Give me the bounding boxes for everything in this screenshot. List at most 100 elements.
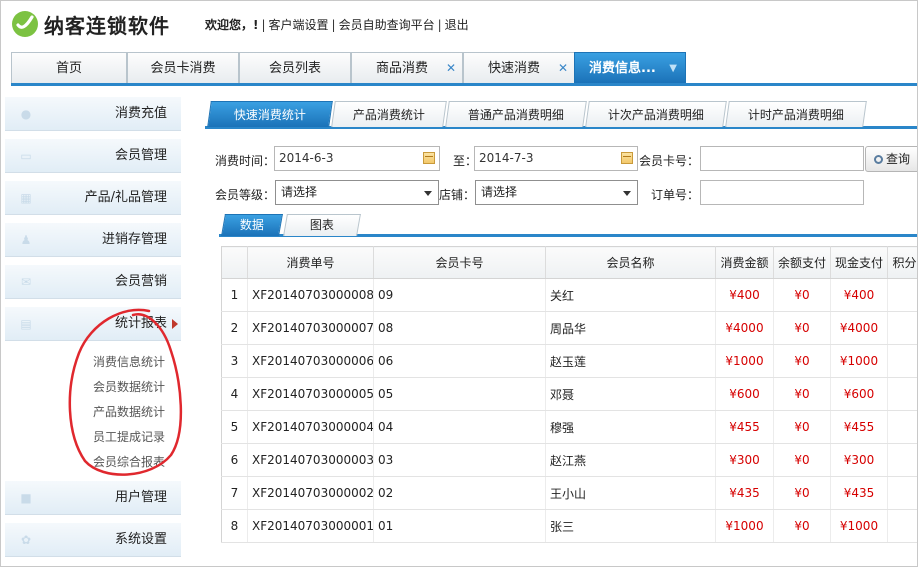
tab-quick-consume[interactable]: 快速消费 ✕ (463, 52, 575, 83)
tab-data[interactable]: 数据 (221, 214, 283, 236)
close-icon[interactable]: ✕ (558, 53, 568, 84)
chevron-down-icon (623, 191, 631, 196)
view-tab-bar: 数据 图表 (219, 213, 917, 237)
table-row[interactable]: 8 XF20140703000001 01 张三 ¥1000 ¥0 ¥1000 (221, 509, 917, 543)
table-cell: ¥435 (830, 476, 888, 510)
table-cell: 3 (221, 344, 248, 378)
member-level-select[interactable]: 请选择 (275, 180, 439, 205)
welcome-text: 欢迎您，! (205, 18, 259, 32)
logo-icon (12, 11, 38, 37)
table-cell: 赵江燕 (545, 443, 716, 477)
sidebar-item-member-management[interactable]: ▭ 会员管理 (5, 139, 181, 173)
tab-home[interactable]: 首页 (11, 52, 127, 83)
table-row[interactable]: 6 XF20140703000003 03 赵江燕 ¥300 ¥0 ¥300 (221, 443, 917, 477)
table-cell: XF20140703000006 (247, 344, 374, 378)
mail-icon: ✉ (20, 275, 32, 289)
tab-member-card-consume[interactable]: 会员卡消费 (127, 52, 239, 83)
column-header[interactable]: 会员卡号 (373, 246, 546, 279)
table-cell: XF20140703000002 (247, 476, 374, 510)
tab-timed-product-detail[interactable]: 计时产品消费明细 (725, 101, 867, 127)
column-header[interactable]: 会员名称 (545, 246, 716, 279)
column-header[interactable]: 余额支付 (773, 246, 831, 279)
table-cell: 06 (373, 344, 546, 378)
table-cell: 7 (221, 476, 248, 510)
card-number-field[interactable] (700, 146, 864, 171)
sidebar-item-system-settings[interactable]: ✿ 系统设置 (5, 523, 181, 557)
table-cell: 01 (373, 509, 546, 543)
member-self-service-link[interactable]: 会员自助查询平台 (339, 18, 435, 32)
column-header[interactable]: 积分 (887, 246, 917, 279)
column-header[interactable]: 消费金额 (715, 246, 774, 279)
order-number-field[interactable] (700, 180, 864, 205)
column-header (221, 246, 248, 279)
tab-quick-consume-stats[interactable]: 快速消费统计 (207, 101, 333, 127)
gift-icon: ▦ (20, 191, 32, 205)
table-cell: ¥0 (773, 311, 831, 345)
tab-consume-info[interactable]: 消费信息... ▼ (574, 52, 686, 83)
sidebar-item-product-gift[interactable]: ▦ 产品/礼品管理 (5, 181, 181, 215)
column-header[interactable]: 消费单号 (247, 246, 374, 279)
table-cell (887, 278, 917, 312)
table-cell: ¥400 (715, 278, 774, 312)
tab-normal-product-detail[interactable]: 普通产品消费明细 (445, 101, 587, 127)
table-cell: ¥600 (830, 377, 888, 411)
table-cell: ¥1000 (830, 344, 888, 378)
table-cell: XF20140703000004 (247, 410, 374, 444)
gear-icon: ✿ (20, 533, 32, 547)
table-cell: 关红 (545, 278, 716, 312)
table-cell: ¥4000 (830, 311, 888, 345)
card-number-label: 会员卡号： (639, 154, 700, 168)
table-cell: ¥1000 (830, 509, 888, 543)
table-cell: XF20140703000008 (247, 278, 374, 312)
calendar-icon[interactable] (423, 152, 435, 164)
table-cell: ¥0 (773, 344, 831, 378)
tab-product-consume-stats[interactable]: 产品消费统计 (331, 101, 447, 127)
table-cell: ¥0 (773, 443, 831, 477)
sidebar-item-consume-recharge[interactable]: ● 消费充值 (5, 97, 181, 131)
table-cell: XF20140703000007 (247, 311, 374, 345)
sidebar-item-user-management[interactable]: ■ 用户管理 (5, 481, 181, 515)
table-cell: 09 (373, 278, 546, 312)
table-cell: ¥300 (830, 443, 888, 477)
date-from-field[interactable]: 2014-6-3 (274, 146, 440, 171)
table-cell: ¥455 (830, 410, 888, 444)
table-body: 1 XF20140703000008 09 关红 ¥400 ¥0 ¥400 2 XF201407… (221, 278, 917, 543)
table-cell: ¥1000 (715, 344, 774, 378)
table-cell (887, 377, 917, 411)
table-row[interactable]: 7 XF20140703000002 02 王小山 ¥435 ¥0 ¥435 (221, 476, 917, 510)
date-to-field[interactable]: 2014-7-3 (474, 146, 638, 171)
chevron-down-icon (424, 191, 432, 196)
calendar-icon[interactable] (621, 152, 633, 164)
brand-title: 纳客连锁软件 (44, 14, 170, 38)
user-icon: ● (20, 107, 32, 121)
table-row[interactable]: 1 XF20140703000008 09 关红 ¥400 ¥0 ¥400 (221, 278, 917, 312)
tab-member-list[interactable]: 会员列表 (239, 52, 351, 83)
table-cell: 赵玉莲 (545, 344, 716, 378)
table-cell (887, 476, 917, 510)
sidebar-item-marketing[interactable]: ✉ 会员营销 (5, 265, 181, 299)
table-cell: 02 (373, 476, 546, 510)
sidebar-item-inventory[interactable]: ♟ 进销存管理 (5, 223, 181, 257)
consume-table: 消费单号 会员卡号 会员名称 消费金额 余额支付 现金支付 积分 1 XF2014… (221, 246, 917, 543)
table-row[interactable]: 2 XF20140703000007 08 周品华 ¥4000 ¥0 ¥4000 (221, 311, 917, 345)
table-row[interactable]: 4 XF20140703000005 05 邓聂 ¥600 ¥0 ¥600 (221, 377, 917, 411)
table-cell: 5 (221, 410, 248, 444)
main-tab-bar: 首页 会员卡消费 会员列表 商品消费 ✕ 快速消费 ✕ 消费信息... ▼ (11, 52, 917, 86)
table-row[interactable]: 3 XF20140703000006 06 赵玉莲 ¥1000 ¥0 ¥1000 (221, 344, 917, 378)
table-cell (887, 410, 917, 444)
dropdown-icon[interactable]: ▼ (669, 53, 677, 84)
store-select[interactable]: 请选择 (475, 180, 638, 205)
table-cell: ¥300 (715, 443, 774, 477)
table-cell: 4 (221, 377, 248, 411)
tab-product-consume[interactable]: 商品消费 ✕ (351, 52, 463, 83)
client-settings-link[interactable]: 客户端设置 (269, 18, 329, 32)
tab-count-product-detail[interactable]: 计次产品消费明细 (585, 101, 727, 127)
query-button[interactable]: 查询 (865, 146, 917, 172)
close-icon[interactable]: ✕ (446, 53, 456, 84)
table-row[interactable]: 5 XF20140703000004 04 穆强 ¥455 ¥0 ¥455 (221, 410, 917, 444)
table-cell: 05 (373, 377, 546, 411)
tab-chart[interactable]: 图表 (283, 214, 361, 236)
logout-link[interactable]: 退出 (445, 18, 469, 32)
column-header[interactable]: 现金支付 (830, 246, 888, 279)
table-cell (887, 344, 917, 378)
